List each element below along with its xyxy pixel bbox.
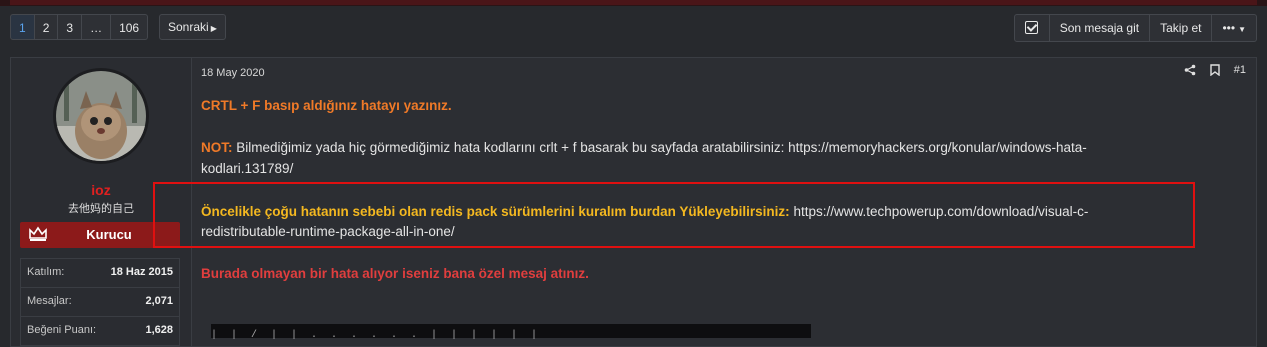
share-icon[interactable] [1184,64,1196,76]
stat-key: Beğeni Puanı: [27,324,97,336]
cat-avatar-image [56,71,146,161]
note-label: NOT: [201,140,233,155]
thread-toolbar: Son mesaja git Takip et ••• ▼ [1013,14,1257,42]
caret-right-icon: ▶ [210,24,217,33]
page-last[interactable]: 106 [111,14,149,40]
highlight-box [153,182,1195,248]
chevron-down-icon: ▼ [1238,25,1246,34]
page-ellipsis[interactable]: … [82,14,112,40]
last-post-button[interactable]: Son mesaja git [1049,14,1151,42]
user-stats: Katılım: 18 Haz 2015 Mesajlar: 2,071 Beğen… [20,258,180,346]
more-options-button[interactable]: ••• ▼ [1212,14,1257,42]
watch-button[interactable]: Takip et [1150,14,1213,42]
stat-value: 2,071 [145,295,173,307]
pagination: 1 2 3 … 106 [10,14,149,40]
stat-value: 18 Haz 2015 [110,266,173,278]
top-bar-accent [10,0,1257,5]
post-date[interactable]: 18 May 2020 [201,67,265,79]
avatar[interactable] [53,68,149,164]
note-text: Bilmediğimiz yada hiç görmediğimiz hata … [232,140,1087,155]
stat-row: Mesajlar: 2,071 [20,287,180,316]
stat-row: Katılım: 18 Haz 2015 [20,258,180,287]
post-line-pm: Burada olmayan bir hata alıyor iseniz ba… [201,266,589,281]
stat-row: Beğeni Puanı: 1,628 [20,316,180,346]
next-page-button[interactable]: Sonraki ▶ [159,14,226,40]
stat-key: Mesajlar: [27,295,72,307]
bookmark-icon[interactable] [1210,64,1220,76]
stat-value: 1,628 [145,324,173,336]
post-number-link[interactable]: #1 [1234,64,1246,76]
page-3[interactable]: 3 [58,14,83,40]
note-text-continued[interactable]: kodlari.131789/ [201,159,1201,179]
stat-key: Katılım: [27,266,65,278]
select-checkbox-button[interactable] [1013,14,1050,42]
page-2[interactable]: 2 [34,14,59,40]
top-bar [0,0,1267,6]
page-1[interactable]: 1 [10,14,35,40]
more-dots-icon: ••• [1222,21,1236,35]
next-label: Sonraki [168,20,209,34]
post-note: NOT: Bilmediğimiz yada hiç görmediğimiz … [201,138,1201,158]
checkbox-icon [1025,21,1039,34]
post-actions: #1 [1184,64,1246,76]
post-line-ctrl-f: CRTL + F basıp aldığınız hatayı yazınız. [201,98,452,113]
